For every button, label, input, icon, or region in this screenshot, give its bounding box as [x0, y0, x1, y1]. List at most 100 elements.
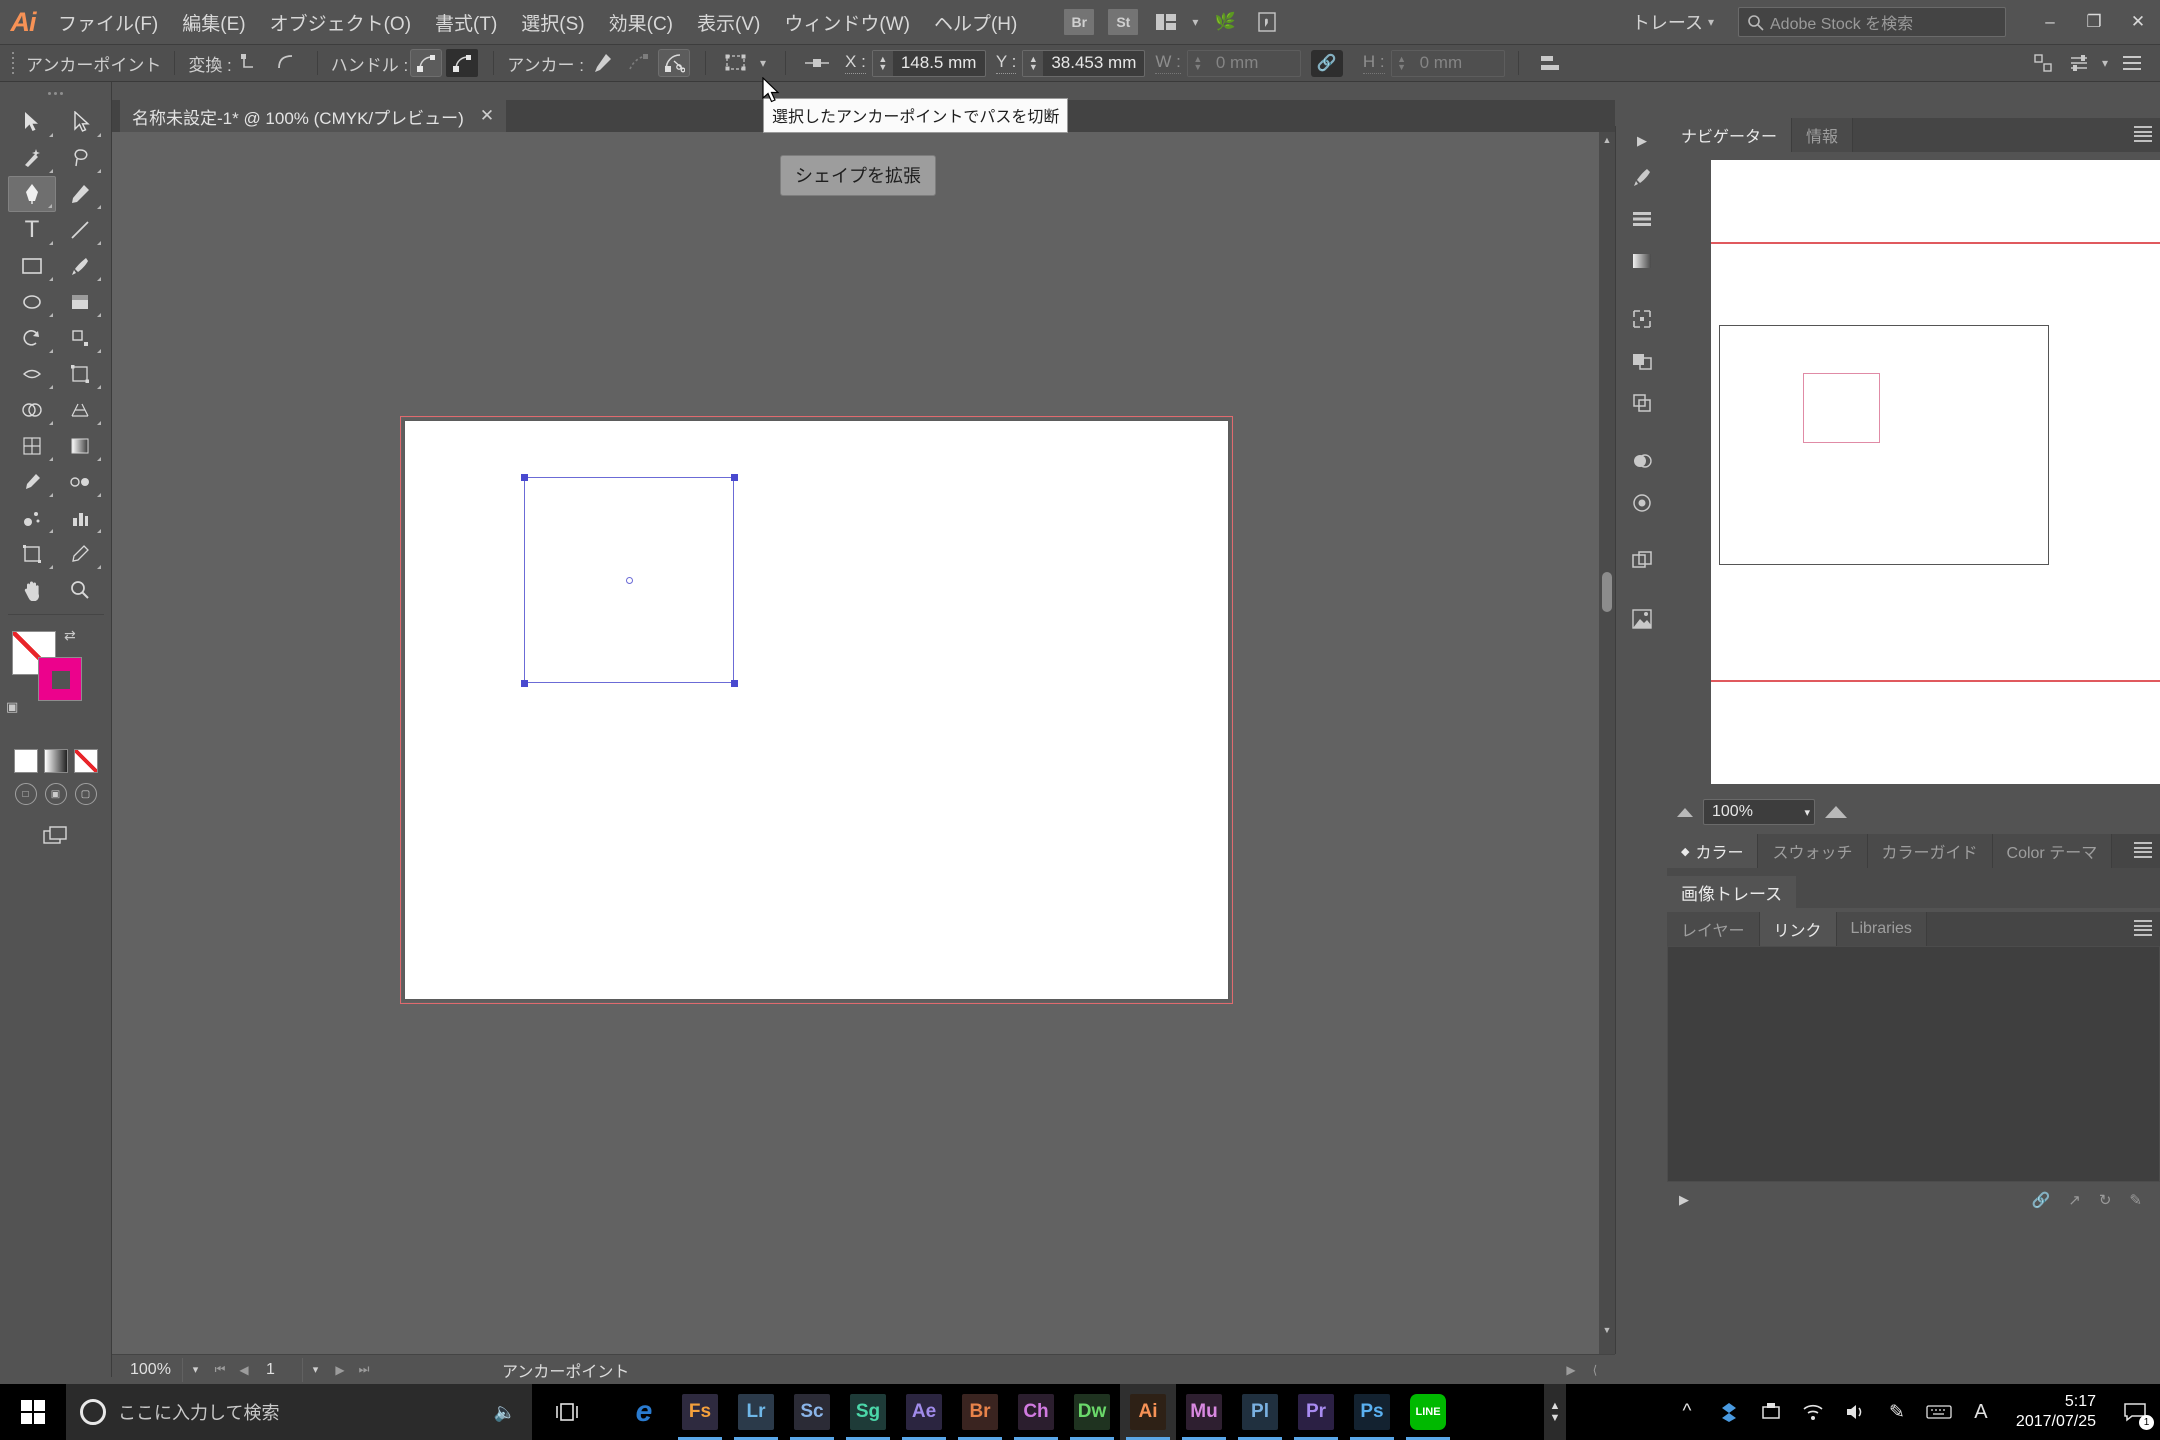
- menu-view[interactable]: 表示(V): [685, 0, 772, 44]
- lasso-tool[interactable]: [56, 140, 104, 176]
- tab-navigator[interactable]: ナビゲーター: [1667, 118, 1793, 152]
- tab-image-trace[interactable]: 画像トレース: [1667, 876, 1797, 908]
- canvas-vertical-scrollbar[interactable]: [1599, 132, 1615, 1354]
- taskbar-scroll-arrows[interactable]: ▲ ▼: [1544, 1384, 1566, 1440]
- zoom-chevron-down-icon[interactable]: ▾: [182, 1357, 208, 1382]
- gradient-tool[interactable]: [56, 428, 104, 464]
- slice-tool[interactable]: [56, 536, 104, 572]
- navigator-zoom-chevron-down-icon[interactable]: ▾: [1804, 806, 1810, 819]
- draw-normal-icon[interactable]: □: [14, 783, 37, 805]
- navigator-panel-menu-icon[interactable]: [2134, 126, 2152, 142]
- adobe-stock-search-input[interactable]: Adobe Stock を検索: [1738, 7, 2006, 37]
- preferences-chevron-down-icon[interactable]: ▾: [2102, 56, 2108, 70]
- symbol-sprayer-tool[interactable]: [8, 500, 56, 536]
- expand-panels-icon[interactable]: ▶: [1616, 126, 1668, 156]
- pen-settings-icon[interactable]: ✎: [1876, 1384, 1918, 1440]
- y-field[interactable]: ▲ ▼ 38.453 mm: [1022, 49, 1146, 77]
- taskbar-app-lightroom[interactable]: Lr: [728, 1384, 784, 1440]
- magic-wand-tool[interactable]: [8, 140, 56, 176]
- paintbrush-tool[interactable]: [56, 248, 104, 284]
- gradient-panel-icon[interactable]: [1616, 240, 1668, 282]
- hand-tool[interactable]: [8, 572, 56, 608]
- edit-original-icon[interactable]: ✎: [2129, 1191, 2142, 1209]
- taskbar-app-after-effects[interactable]: Ae: [896, 1384, 952, 1440]
- menu-file[interactable]: ファイル(F): [46, 0, 170, 44]
- isolate-selected-object-icon[interactable]: [721, 49, 753, 77]
- restore-button[interactable]: ❐: [2072, 0, 2116, 44]
- tools-panel-grip[interactable]: [0, 82, 111, 104]
- isolate-chevron-down-icon[interactable]: ▾: [760, 56, 766, 70]
- keyboard-icon[interactable]: [1918, 1384, 1960, 1440]
- taskbar-app-muse[interactable]: Mu: [1176, 1384, 1232, 1440]
- taskbar-app-stock[interactable]: Sg: [840, 1384, 896, 1440]
- workspace-switcher-label[interactable]: トレース: [1632, 9, 1703, 35]
- zoom-in-icon[interactable]: [1825, 806, 1847, 818]
- taskbar-app-edge[interactable]: e: [616, 1384, 672, 1440]
- taskbar-app-dreamweaver[interactable]: Dw: [1064, 1384, 1120, 1440]
- expand-shape-button[interactable]: シェイプを拡張: [780, 155, 936, 196]
- links-list[interactable]: [1667, 946, 2160, 1182]
- tab-color-themes[interactable]: Color テーマ: [1992, 834, 2113, 868]
- x-value[interactable]: 148.5 mm: [893, 51, 985, 76]
- symbols-panel-icon[interactable]: [1616, 598, 1668, 640]
- zoom-level-combo[interactable]: 100% ▾: [126, 1357, 208, 1382]
- taskbar-app-fuse[interactable]: Fs: [672, 1384, 728, 1440]
- navigator-view-box[interactable]: [1803, 373, 1880, 443]
- default-fill-stroke-icon[interactable]: ▣: [6, 699, 18, 715]
- layers-panel-icon[interactable]: [1616, 382, 1668, 424]
- color-swatch-button[interactable]: [13, 749, 38, 773]
- reference-point-icon[interactable]: [801, 49, 833, 77]
- task-view-button[interactable]: [532, 1384, 602, 1440]
- anchor-point-top-left[interactable]: [521, 474, 528, 481]
- menu-type[interactable]: 書式(T): [423, 0, 509, 44]
- eyedropper-tool[interactable]: [8, 464, 56, 500]
- links-panel-menu-icon[interactable]: [2134, 920, 2152, 936]
- pathfinder-panel-icon[interactable]: [1616, 340, 1668, 382]
- link-chain-icon[interactable]: 🔗: [1310, 49, 1343, 77]
- previous-artboard-button[interactable]: ◀: [232, 1358, 256, 1382]
- minimize-button[interactable]: –: [2028, 0, 2072, 44]
- arrange-documents-icon[interactable]: [1149, 7, 1183, 37]
- cut-path-at-anchor-icon[interactable]: [658, 49, 691, 77]
- touch-workspace-icon[interactable]: [1250, 7, 1284, 37]
- rotate-tool[interactable]: [8, 320, 56, 356]
- close-button[interactable]: ✕: [2116, 0, 2160, 44]
- draw-behind-icon[interactable]: ▣: [44, 783, 67, 805]
- anchor-point-bottom-right[interactable]: [731, 680, 738, 687]
- gradient-swatch-button[interactable]: [43, 749, 68, 773]
- menu-window[interactable]: ウィンドウ(W): [772, 0, 922, 44]
- eraser-tool[interactable]: [56, 284, 104, 320]
- menu-select[interactable]: 選択(S): [509, 0, 596, 44]
- scale-tool[interactable]: [56, 320, 104, 356]
- artboard-number-combo[interactable]: 1 ▾: [260, 1357, 328, 1382]
- action-center-button[interactable]: 1: [2110, 1384, 2160, 1440]
- none-swatch-button[interactable]: [73, 749, 98, 773]
- artboard-chevron-down-icon[interactable]: ▾: [302, 1357, 328, 1382]
- chevron-up-icon[interactable]: ▲: [1550, 1400, 1561, 1412]
- scroll-up-icon[interactable]: ▲: [1599, 132, 1615, 148]
- pen-tool[interactable]: [8, 176, 56, 212]
- menu-effect[interactable]: 効果(C): [597, 0, 685, 44]
- selection-tool[interactable]: [8, 104, 56, 140]
- direct-selection-tool[interactable]: [56, 104, 104, 140]
- change-screen-mode-icon[interactable]: [32, 819, 80, 855]
- panel-menu-icon[interactable]: [2116, 49, 2148, 77]
- transform-each-icon[interactable]: [2027, 49, 2059, 77]
- dropbox-icon[interactable]: [1708, 1384, 1750, 1440]
- taskbar-app-illustrator[interactable]: Ai: [1120, 1384, 1176, 1440]
- hide-handles-icon[interactable]: [446, 49, 479, 77]
- taskbar-app-prelude[interactable]: Pl: [1232, 1384, 1288, 1440]
- bridge-button[interactable]: Br: [1064, 9, 1095, 35]
- y-value[interactable]: 38.453 mm: [1043, 51, 1144, 76]
- update-link-icon[interactable]: ↻: [2099, 1191, 2112, 1209]
- artboards-panel-icon[interactable]: [1616, 540, 1668, 582]
- graphic-styles-panel-icon[interactable]: [1616, 482, 1668, 524]
- tab-layers[interactable]: レイヤー: [1667, 912, 1760, 946]
- taskbar-app-character-animator[interactable]: Ch: [1008, 1384, 1064, 1440]
- color-panel-menu-icon[interactable]: [2134, 842, 2152, 858]
- taskbar-search-box[interactable]: ここに入力して検索 🔈: [66, 1384, 532, 1440]
- y-stepper[interactable]: ▲ ▼: [1023, 50, 1044, 76]
- shape-builder-tool[interactable]: [8, 392, 56, 428]
- blend-tool[interactable]: [56, 464, 104, 500]
- align-panel-icon[interactable]: [1616, 198, 1668, 240]
